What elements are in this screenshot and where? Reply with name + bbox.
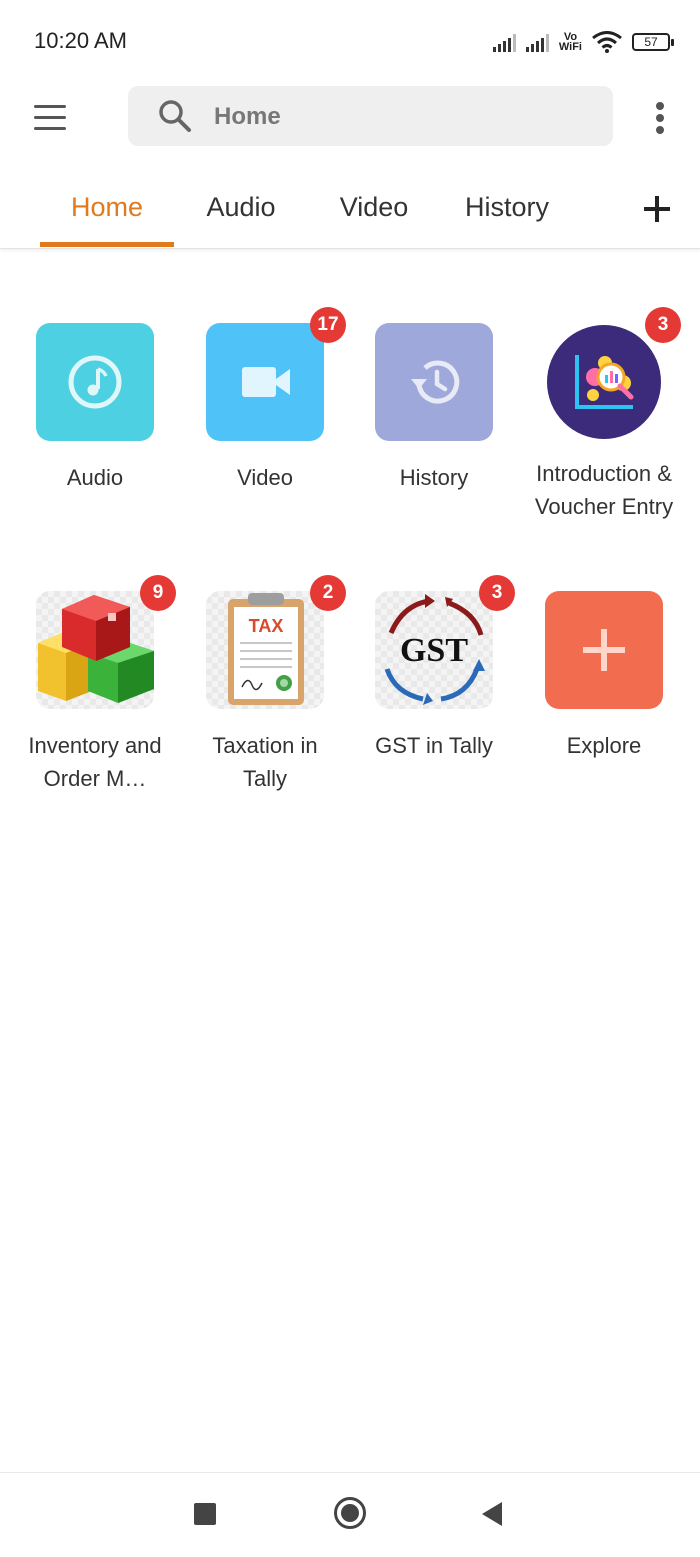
back-icon[interactable] xyxy=(482,1502,502,1526)
grid-item-label: Introduction & Voucher Entry xyxy=(534,461,674,519)
history-tile-icon xyxy=(375,323,493,441)
taxation-tile-icon: TAX 2 xyxy=(206,575,346,709)
tab-video[interactable]: Video xyxy=(322,192,426,223)
system-nav-bar xyxy=(0,1472,700,1557)
gst-cycle-icon: GST xyxy=(384,594,485,705)
grid-item-video[interactable]: 17 Video xyxy=(180,307,350,494)
introduction-tile-icon: 3 xyxy=(547,307,681,439)
search-input[interactable]: Home xyxy=(128,86,613,146)
notification-badge: 3 xyxy=(645,307,681,343)
grid-item-label: Video xyxy=(237,465,293,490)
notification-badge: 3 xyxy=(479,575,515,611)
vowifi-icon: Vo WiFi xyxy=(558,32,582,53)
tab-bar: Home Audio Video History xyxy=(0,170,700,249)
battery-icon: 57 xyxy=(632,33,674,51)
notification-badge: 17 xyxy=(310,307,346,343)
music-note-icon xyxy=(68,355,122,409)
video-camera-icon xyxy=(242,367,290,397)
status-bar: 10:20 AM Vo WiFi 57 xyxy=(0,0,700,80)
recents-icon[interactable] xyxy=(194,1503,216,1525)
tab-audio[interactable]: Audio xyxy=(188,192,294,223)
notification-badge: 9 xyxy=(140,575,176,611)
tax-clipboard-icon: TAX xyxy=(228,593,304,705)
explore-tile-icon xyxy=(545,591,663,709)
video-tile-icon: 17 xyxy=(206,307,346,441)
status-time: 10:20 AM xyxy=(34,28,127,53)
status-icons: Vo WiFi 57 xyxy=(492,28,674,56)
grid-item-label: Taxation in Tally xyxy=(212,733,318,791)
grid-item-explore[interactable]: Explore xyxy=(519,591,689,762)
analytics-chart-icon xyxy=(575,355,634,409)
wifi-icon xyxy=(592,31,622,53)
home-icon[interactable] xyxy=(334,1497,366,1529)
grid-item-label: History xyxy=(399,465,469,490)
gst-label: GST xyxy=(400,632,468,669)
add-tab-icon[interactable] xyxy=(644,196,670,222)
stacked-boxes-icon xyxy=(38,595,154,703)
tab-home[interactable]: Home xyxy=(40,192,174,223)
tab-history[interactable]: History xyxy=(452,192,562,223)
grid-item-gst[interactable]: GST 3 GST in Tally xyxy=(349,575,519,762)
signal-icon xyxy=(525,32,549,52)
audio-tile-icon xyxy=(36,323,154,441)
search-icon xyxy=(159,100,191,132)
grid-item-taxation[interactable]: TAX 2 Taxation in Tally xyxy=(180,575,350,795)
grid-item-audio[interactable]: Audio xyxy=(10,323,180,494)
grid-item-label: Explore xyxy=(566,733,642,758)
vowifi-bottom-label: WiFi xyxy=(558,41,582,53)
menu-icon[interactable] xyxy=(28,96,72,140)
signal-icon xyxy=(492,32,516,52)
more-options-icon[interactable] xyxy=(645,96,675,140)
grid-item-history[interactable]: History xyxy=(349,323,519,494)
plus-icon xyxy=(583,629,625,671)
grid-item-label: GST in Tally xyxy=(375,733,493,758)
grid-item-inventory[interactable]: 9 Inventory and Order M… xyxy=(10,575,180,795)
notification-badge: 2 xyxy=(310,575,346,611)
grid-item-introduction[interactable]: 3 Introduction & Voucher Entry xyxy=(519,307,689,523)
history-clock-icon xyxy=(411,360,460,404)
grid-item-label: Audio xyxy=(66,465,124,490)
inventory-tile-icon: 9 xyxy=(36,575,176,709)
search-placeholder: Home xyxy=(214,103,281,130)
gst-tile-icon: GST 3 xyxy=(375,575,515,709)
grid-item-label: Inventory and Order M… xyxy=(28,733,162,791)
tab-indicator xyxy=(40,242,174,247)
tax-label: TAX xyxy=(249,616,284,636)
